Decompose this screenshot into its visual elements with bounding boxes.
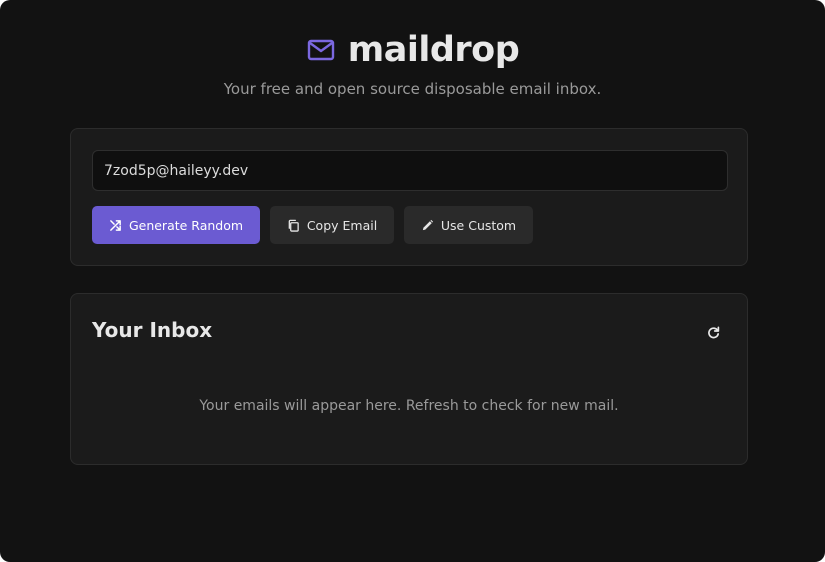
brand: maildrop — [306, 28, 520, 72]
refresh-icon — [706, 325, 721, 340]
header: maildrop Your free and open source dispo… — [0, 28, 825, 98]
copy-email-label: Copy Email — [306, 217, 378, 233]
shuffle-icon — [109, 219, 122, 232]
tagline: Your free and open source disposable ema… — [223, 80, 602, 98]
envelope-icon — [306, 35, 336, 65]
inbox-empty-message: Your emails will appear here. Refresh to… — [199, 398, 619, 414]
use-custom-label: Use Custom — [440, 217, 517, 233]
app-title: maildrop — [347, 30, 520, 70]
copy-icon — [287, 219, 300, 232]
use-custom-button[interactable]: Use Custom — [404, 206, 533, 244]
refresh-button[interactable] — [701, 320, 725, 344]
generate-random-label: Generate Random — [128, 217, 244, 233]
email-actions: Generate Random Copy Email Use Custom — [92, 206, 533, 244]
email-generator-card: Generate Random Copy Email — [70, 128, 748, 266]
inbox-card: Your Inbox Your emails will appear here.… — [70, 293, 748, 465]
pencil-icon — [421, 219, 434, 232]
email-address-input[interactable] — [92, 150, 728, 191]
copy-email-button[interactable]: Copy Email — [270, 206, 394, 244]
generate-random-button[interactable]: Generate Random — [92, 206, 260, 244]
app-window: maildrop Your free and open source dispo… — [0, 0, 825, 562]
inbox-title: Your Inbox — [92, 318, 213, 342]
